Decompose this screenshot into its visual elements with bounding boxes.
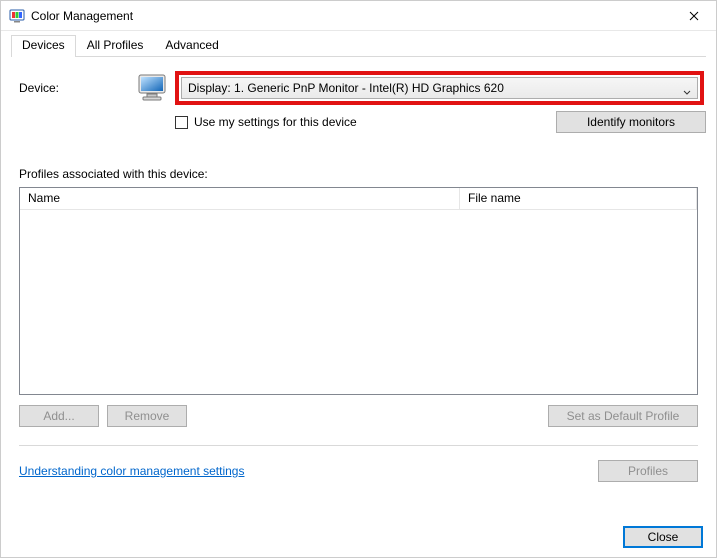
separator (19, 445, 698, 446)
understanding-link[interactable]: Understanding color management settings (19, 464, 244, 478)
remove-button[interactable]: Remove (107, 405, 187, 427)
tab-all-profiles[interactable]: All Profiles (76, 35, 155, 57)
add-button[interactable]: Add... (19, 405, 99, 427)
device-row: Device: Display: 1. Generic PnP Monitor … (19, 71, 706, 105)
device-label: Device: (19, 81, 137, 95)
tab-devices[interactable]: Devices (11, 35, 76, 57)
profiles-heading: Profiles associated with this device: (19, 167, 706, 181)
device-dropdown-value: Display: 1. Generic PnP Monitor - Intel(… (188, 81, 504, 95)
column-header-name[interactable]: Name (20, 188, 460, 210)
title-bar: Color Management (1, 1, 716, 31)
device-dropdown[interactable]: Display: 1. Generic PnP Monitor - Intel(… (181, 77, 698, 99)
tab-advanced[interactable]: Advanced (154, 35, 229, 57)
identify-monitors-button[interactable]: Identify monitors (556, 111, 706, 133)
content-area: Devices All Profiles Advanced Device: Di… (1, 31, 716, 492)
close-button[interactable]: Close (623, 526, 703, 548)
profile-buttons-row: Add... Remove Set as Default Profile (19, 405, 698, 427)
profiles-list-header: Name File name (20, 188, 697, 210)
profiles-button[interactable]: Profiles (598, 460, 698, 482)
chevron-down-icon (683, 85, 691, 99)
dialog-footer: Close (623, 526, 703, 548)
set-default-button[interactable]: Set as Default Profile (548, 405, 698, 427)
app-icon (9, 8, 25, 24)
column-header-file[interactable]: File name (460, 188, 697, 210)
device-options-row: Use my settings for this device Identify… (175, 111, 706, 133)
monitor-icon (137, 73, 171, 103)
use-my-settings-label: Use my settings for this device (194, 115, 357, 129)
close-window-button[interactable] (671, 1, 716, 31)
use-my-settings-checkbox[interactable] (175, 116, 188, 129)
bottom-row: Understanding color management settings … (19, 460, 698, 482)
tab-strip: Devices All Profiles Advanced (11, 35, 706, 57)
window-title: Color Management (31, 9, 671, 23)
device-dropdown-highlight: Display: 1. Generic PnP Monitor - Intel(… (175, 71, 704, 105)
profiles-list[interactable]: Name File name (19, 187, 698, 395)
